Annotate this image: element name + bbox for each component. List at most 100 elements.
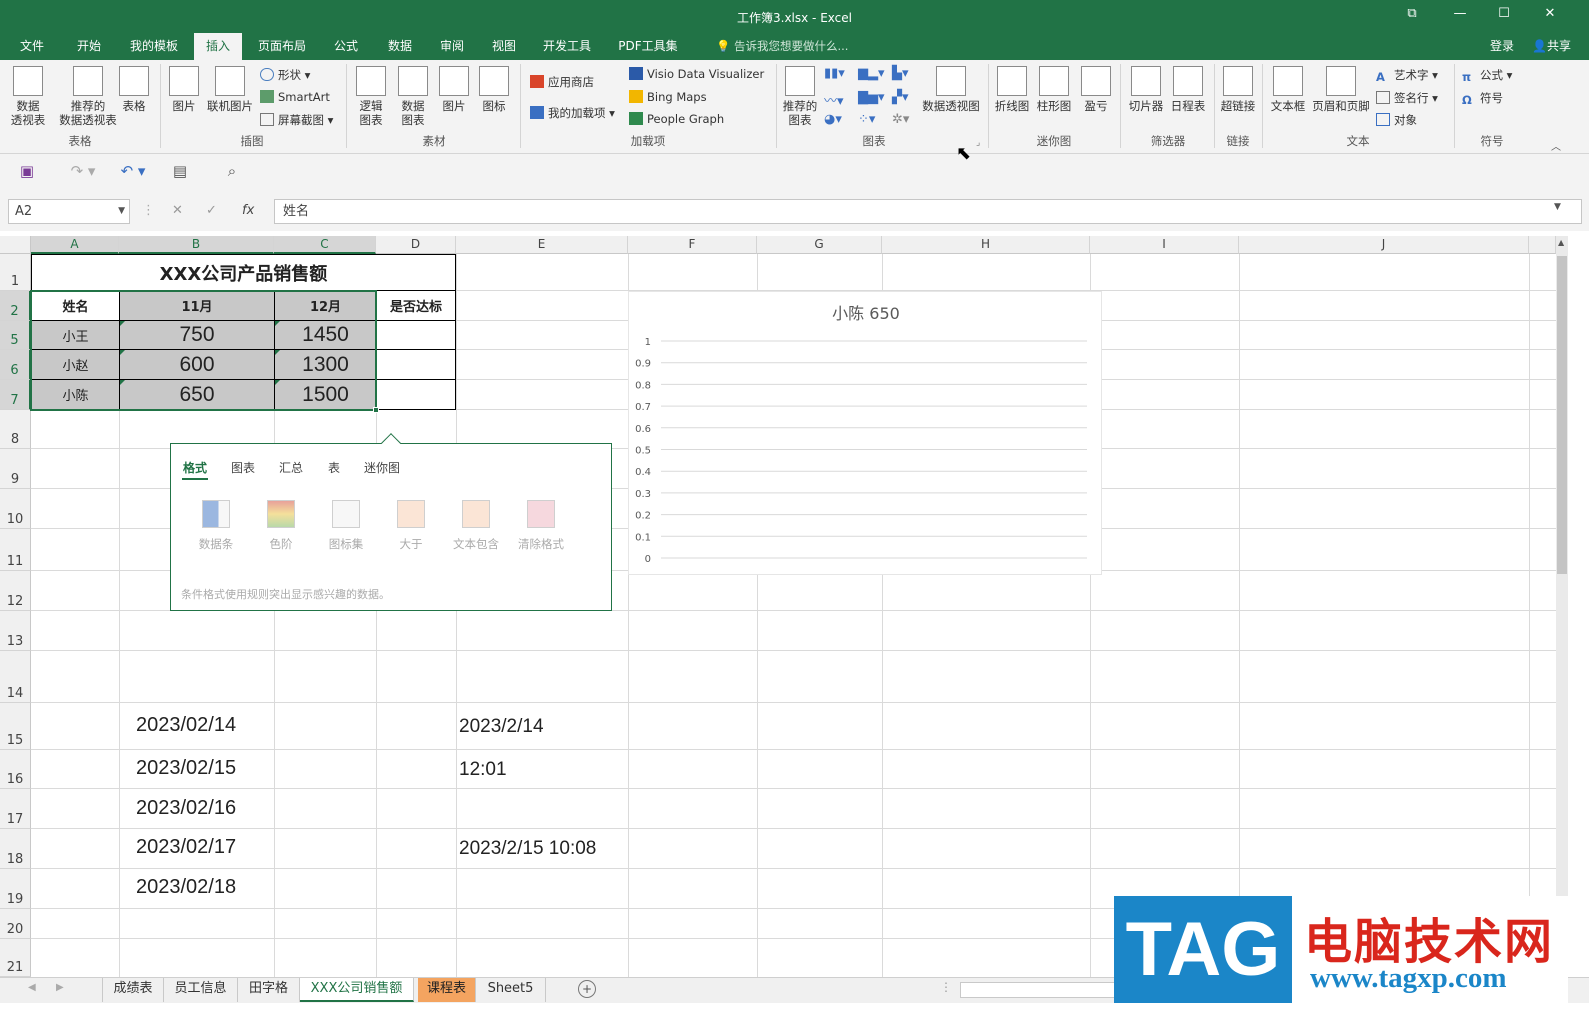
cancel-icon[interactable]: ✕ — [172, 203, 183, 218]
select-all-corner[interactable] — [0, 236, 31, 254]
icons-button[interactable]: 图标 — [476, 66, 512, 113]
combo-chart-icon[interactable]: ▞▾ — [892, 90, 909, 105]
date-cell[interactable]: 2023/02/16 — [136, 797, 236, 820]
row-header-9[interactable]: 9 — [0, 449, 31, 489]
redo-icon[interactable]: ↷ ▾ — [66, 162, 100, 182]
data-chart-button[interactable]: 数据 图表 — [394, 66, 432, 127]
scatter-chart-icon[interactable]: ⁘▾ — [858, 112, 875, 127]
col-header-c[interactable]: C — [274, 236, 376, 254]
row-header-2[interactable]: 2 — [0, 291, 31, 321]
qa-data-bars[interactable]: 数据条 — [187, 500, 245, 552]
row-header-6[interactable]: 6 — [0, 350, 31, 380]
tell-me-search[interactable]: 💡 告诉我您想要做什么... — [716, 33, 848, 60]
qa-tab-format[interactable]: 格式 — [183, 459, 207, 476]
table-title[interactable]: XXX公司产品销售额 — [31, 254, 456, 291]
col-header-j[interactable]: J — [1239, 236, 1529, 254]
object-button[interactable]: 对象 — [1376, 112, 1417, 128]
sparkline-column-button[interactable]: 柱形图 — [1034, 66, 1074, 113]
fill-handle[interactable] — [373, 407, 379, 413]
expand-formula-icon[interactable]: ▼ — [1554, 202, 1561, 212]
cell-dec[interactable]: 1450 — [274, 320, 377, 350]
qa-clear-format[interactable]: 清除格式 — [512, 500, 570, 552]
cell-dec[interactable]: 1300 — [274, 349, 377, 380]
sheet-tab[interactable]: 田字格 — [238, 978, 300, 1002]
sheet-tab-active[interactable]: XXX公司销售额 — [300, 978, 414, 1002]
cell-name[interactable]: 小陈 — [31, 379, 120, 410]
material-picture-button[interactable]: 图片 — [436, 66, 472, 113]
recommended-pivot-button[interactable]: 推荐的 数据透视表 — [56, 66, 120, 127]
store-button[interactable]: 应用商店 — [530, 74, 594, 90]
statistic-chart-icon[interactable]: ▇▅▾ — [858, 90, 885, 105]
bing-maps-button[interactable]: Bing Maps — [629, 90, 707, 104]
tab-file[interactable]: 文件 — [10, 33, 54, 60]
sheet-tab[interactable]: Sheet5 — [476, 978, 546, 1002]
timeline-button[interactable]: 日程表 — [1168, 66, 1208, 113]
slicer-button[interactable]: 切片器 — [1126, 66, 1166, 113]
cell-e16[interactable]: 12:01 — [459, 759, 507, 781]
table-button[interactable]: 表格 — [116, 66, 152, 113]
header-footer-button[interactable]: 页眉和页脚 — [1310, 66, 1372, 113]
picture-button[interactable]: 图片 — [166, 66, 202, 113]
col-header-g[interactable]: G — [757, 236, 882, 254]
zoom-preview-icon[interactable]: ⌕ — [222, 162, 242, 182]
save-icon[interactable]: ▣ — [17, 162, 37, 182]
waterfall-chart-icon[interactable]: ▙▾ — [892, 66, 909, 81]
charts-dialog-launcher-icon[interactable]: ⌟ — [976, 138, 980, 148]
row-header-5[interactable]: 5 — [0, 321, 31, 350]
row-header-13[interactable]: 13 — [0, 611, 31, 651]
undo-icon[interactable]: ↶ ▾ — [116, 162, 150, 182]
pivot-table-button[interactable]: 数据 透视表 — [6, 66, 50, 127]
cell-nov[interactable]: 600 — [119, 349, 275, 380]
col-header-k[interactable] — [1529, 236, 1556, 254]
header-target[interactable]: 是否达标 — [376, 290, 456, 321]
scroll-up-icon[interactable]: ▲ — [1558, 238, 1564, 247]
pie-chart-icon[interactable]: ◕▾ — [824, 112, 842, 127]
row-header-10[interactable]: 10 — [0, 489, 31, 529]
symbol-button[interactable]: Ω 符号 — [1462, 90, 1503, 107]
hierarchy-chart-icon[interactable]: ▆▂▾ — [858, 66, 885, 81]
date-cell[interactable]: 2023/02/18 — [136, 876, 236, 899]
shapes-button[interactable]: 形状 ▾ — [260, 67, 310, 83]
restore-ribbon-icon[interactable]: ⧉ — [1397, 6, 1427, 26]
cell-e18[interactable]: 2023/2/15 10:08 — [459, 838, 596, 860]
tab-view[interactable]: 视图 — [482, 33, 526, 60]
date-cell[interactable]: 2023/02/15 — [136, 757, 236, 780]
screenshot-button[interactable]: 屏幕截图 ▾ — [260, 112, 333, 128]
hyperlink-button[interactable]: 超链接 — [1218, 66, 1258, 113]
my-addins-button[interactable]: 我的加载项 ▾ — [530, 105, 615, 121]
cell-nov[interactable]: 650 — [119, 379, 275, 410]
row-header-17[interactable]: 17 — [0, 789, 31, 829]
radar-chart-icon[interactable]: ✲▾ — [892, 112, 909, 127]
row-header-8[interactable]: 8 — [0, 410, 31, 449]
col-header-f[interactable]: F — [628, 236, 757, 254]
cell-e15[interactable]: 2023/2/14 — [459, 716, 544, 738]
wordart-button[interactable]: A 艺术字 ▾ — [1376, 67, 1438, 84]
print-preview-icon[interactable]: ▤ — [170, 162, 190, 182]
cell-target[interactable] — [376, 349, 456, 380]
smartart-button[interactable]: SmartArt — [260, 90, 330, 104]
tab-developer[interactable]: 开发工具 — [534, 33, 600, 60]
scroll-right-icon[interactable]: ▶ — [56, 982, 64, 993]
row-header-21[interactable]: 21 — [0, 939, 31, 977]
qa-tab-tables[interactable]: 表 — [328, 459, 340, 476]
people-graph-button[interactable]: People Graph — [629, 112, 724, 126]
cell-name[interactable]: 小赵 — [31, 349, 120, 380]
share-button[interactable]: 👤共享 — [1532, 33, 1571, 59]
date-cell[interactable]: 2023/02/17 — [136, 836, 236, 859]
name-box[interactable]: A2 ▼ — [8, 199, 130, 224]
horizontal-scrollbar[interactable] — [960, 982, 1120, 998]
cell-nov[interactable]: 750 — [119, 320, 275, 350]
row-header-11[interactable]: 11 — [0, 529, 31, 571]
online-picture-button[interactable]: 联机图片 — [204, 66, 256, 113]
minimize-button[interactable]: — — [1445, 6, 1475, 26]
qa-icon-set[interactable]: 图标集 — [317, 500, 375, 552]
col-header-b[interactable]: B — [119, 236, 274, 254]
row-header-7[interactable]: 7 — [0, 380, 31, 410]
row-header-15[interactable]: 15 — [0, 703, 31, 750]
pivot-chart-button[interactable]: 数据透视图 — [920, 66, 982, 113]
collapse-ribbon-icon[interactable]: ︿ — [1551, 138, 1561, 153]
qa-tab-totals[interactable]: 汇总 — [279, 459, 303, 476]
textbox-button[interactable]: 文本框 — [1268, 66, 1308, 113]
sheet-tab[interactable]: 成绩表 — [102, 978, 164, 1002]
row-header-16[interactable]: 16 — [0, 750, 31, 789]
